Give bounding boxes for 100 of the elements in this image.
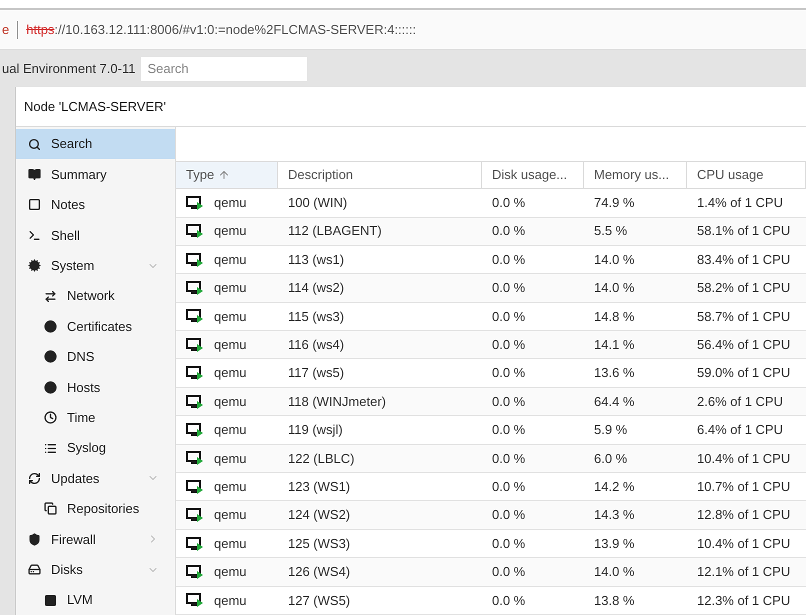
table-cell-text: 12.1% of 1 CPU	[697, 563, 790, 582]
address-prefix: e	[2, 20, 10, 39]
url-text: https://10.163.12.111:8006/#v1:0:=node%2FLCMAS-SERVER:4::::::	[26, 20, 416, 39]
vm-icon	[186, 224, 204, 238]
table-cell-text: 123 (WS1)	[288, 478, 350, 496]
column-header[interactable]: Type	[176, 162, 278, 188]
table-cell-text: 13.8 %	[594, 592, 634, 610]
vm-icon	[186, 252, 204, 267]
table-cell-text: 0.0 %	[492, 279, 526, 298]
table-cell-text: 5.9 %	[594, 421, 628, 440]
terminal-icon	[28, 228, 41, 242]
table-cell-text: 10.4% of 1 CPU	[697, 534, 790, 553]
table-row[interactable]: qemu 118 (WINJmeter) 0.0 % 64.4 % 2.6% of 1 CPU	[176, 388, 806, 416]
table-cell-text: 126 (WS4)	[288, 563, 350, 582]
table-cell-text: 0.0 %	[492, 506, 526, 524]
table-cell-text: qemu	[214, 506, 247, 524]
address-bar[interactable]: e https://10.163.12.111:8006/#v1:0:=node%2FLCMAS-SERVER:4::::::	[0, 10, 806, 50]
dot-icon	[44, 320, 57, 334]
table-cell-text: 14.3 %	[594, 506, 634, 524]
table-row[interactable]: qemu 116 (ws4) 0.0 % 14.1 % 56.4% of 1 CPU	[176, 331, 806, 360]
vm-icon	[186, 281, 204, 295]
sidebar-item[interactable]: System	[16, 250, 175, 281]
table-cell-text: 0.0 %	[492, 592, 526, 610]
table-cell-text: 0.0 %	[492, 478, 526, 496]
gears-icon	[28, 259, 41, 272]
table-cell-text: 6.0 %	[594, 450, 628, 468]
table-cell-text: 114 (ws2)	[288, 279, 344, 298]
table-row[interactable]: qemu 124 (WS2) 0.0 % 14.3 % 12.8% of 1 CPU	[176, 501, 806, 530]
sidebar-item[interactable]: Notes	[16, 190, 175, 220]
table-cell-text: 13.9 %	[594, 534, 634, 553]
sidebar-item[interactable]: LVM	[16, 584, 175, 615]
table-cell-text: 113 (ws1)	[288, 250, 344, 269]
table-cell-text: 0.0 %	[492, 563, 526, 582]
vm-icon	[186, 536, 204, 551]
table-cell-text: qemu	[214, 250, 247, 269]
table-cell-text: 14.0 %	[594, 250, 634, 269]
vm-icon	[186, 422, 204, 437]
sidebar-item[interactable]: DNS	[16, 342, 175, 372]
table-cell-text: 115 (ws3)	[288, 308, 344, 326]
book-icon	[28, 168, 41, 182]
sidebar-item[interactable]: Updates	[16, 463, 175, 494]
table-cell-text: 6.4% of 1 CPU	[697, 421, 783, 440]
vm-icon	[186, 309, 204, 324]
vm-icon	[186, 338, 204, 352]
sidebar-item[interactable]: Shell	[16, 220, 175, 251]
table-cell-text: 58.2% of 1 CPU	[697, 279, 790, 298]
clock-icon	[44, 411, 57, 424]
sidebar-item[interactable]: Repositories	[16, 494, 175, 524]
table-row[interactable]: qemu 126 (WS4) 0.0 % 14.0 % 12.1% of 1 CPU	[176, 558, 806, 587]
sidebar-item[interactable]: Firewall	[16, 524, 175, 554]
table-cell-text: 124 (WS2)	[288, 506, 350, 524]
sidebar-item[interactable]: Syslog	[16, 432, 175, 464]
sidebar-item[interactable]: Disks	[16, 554, 175, 585]
table-row[interactable]: qemu 114 (ws2) 0.0 % 14.0 % 58.2% of 1 CPU	[176, 274, 806, 303]
table-row[interactable]: qemu 122 (LBLC) 0.0 % 6.0 % 10.4% of 1 CPU	[176, 444, 806, 474]
table-cell-text: 14.2 %	[594, 478, 634, 496]
arrows-icon	[44, 290, 57, 303]
sidebar-item[interactable]: Network	[16, 280, 175, 312]
table-cell-text: qemu	[214, 592, 247, 610]
table-cell-text: 0.0 %	[492, 194, 526, 212]
table-row[interactable]: qemu 127 (WS5) 0.0 % 13.8 % 12.3% of 1 CPU	[176, 586, 806, 615]
table-cell-text: 5.5 %	[594, 222, 628, 240]
search-field[interactable]: Search	[141, 56, 308, 80]
sidebar-item[interactable]: Certificates	[16, 311, 175, 342]
sidebar-item[interactable]: Search	[16, 129, 175, 160]
table-cell-text: 14.0 %	[594, 279, 634, 298]
vm-icon	[186, 508, 204, 522]
table-cell-text: 14.8 %	[594, 308, 634, 326]
table-cell-text: 14.1 %	[594, 336, 634, 354]
shield-icon	[28, 532, 41, 546]
table-cell-text: 0.0 %	[492, 250, 526, 269]
table-cell-text: 100 (WIN)	[288, 194, 348, 212]
table-cell-text: 0.0 %	[492, 450, 526, 468]
table-cell-text: 74.9 %	[594, 194, 634, 212]
table-cell-text: qemu	[214, 308, 247, 326]
table-cell-text: 122 (LBLC)	[288, 450, 354, 468]
sidebar-item[interactable]: Hosts	[16, 372, 175, 403]
sidebar-item[interactable]: Time	[16, 402, 175, 433]
table-cell-text: 64.4 %	[594, 392, 634, 411]
copy-icon	[44, 502, 57, 516]
table-cell-text: 0.0 %	[492, 308, 526, 326]
sidebar-item[interactable]: Summary	[16, 159, 175, 190]
vm-icon	[186, 451, 204, 466]
table-cell-text: 0.0 %	[492, 364, 526, 382]
table-cell-text: 112 (LBAGENT)	[288, 222, 382, 240]
refresh-icon	[28, 472, 41, 485]
table-cell-text: 14.0 %	[594, 563, 634, 582]
table-cell-text: qemu	[214, 222, 247, 240]
table-cell-text: qemu	[214, 534, 247, 553]
table-cell-text: 0.0 %	[492, 534, 526, 553]
table-row[interactable]: qemu 112 (LBAGENT) 0.0 % 5.5 % 58.1% of 1 CPU	[176, 218, 806, 246]
table-cell-text: 83.4% of 1 CPU	[697, 250, 790, 269]
table-cell-text: 125 (WS3)	[288, 534, 350, 553]
table-cell-text: qemu	[214, 194, 247, 212]
table-cell-text: 0.0 %	[492, 222, 526, 240]
table-cell-text: 58.1% of 1 CPU	[697, 222, 790, 240]
table-cell-text: qemu	[214, 421, 247, 440]
table-cell-text: 118 (WINJmeter)	[288, 392, 386, 411]
table-row[interactable]: qemu 115 (ws3) 0.0 % 14.8 % 58.7% of 1 CPU	[176, 302, 806, 332]
table-cell-text: 119 (wsjl)	[288, 421, 343, 440]
